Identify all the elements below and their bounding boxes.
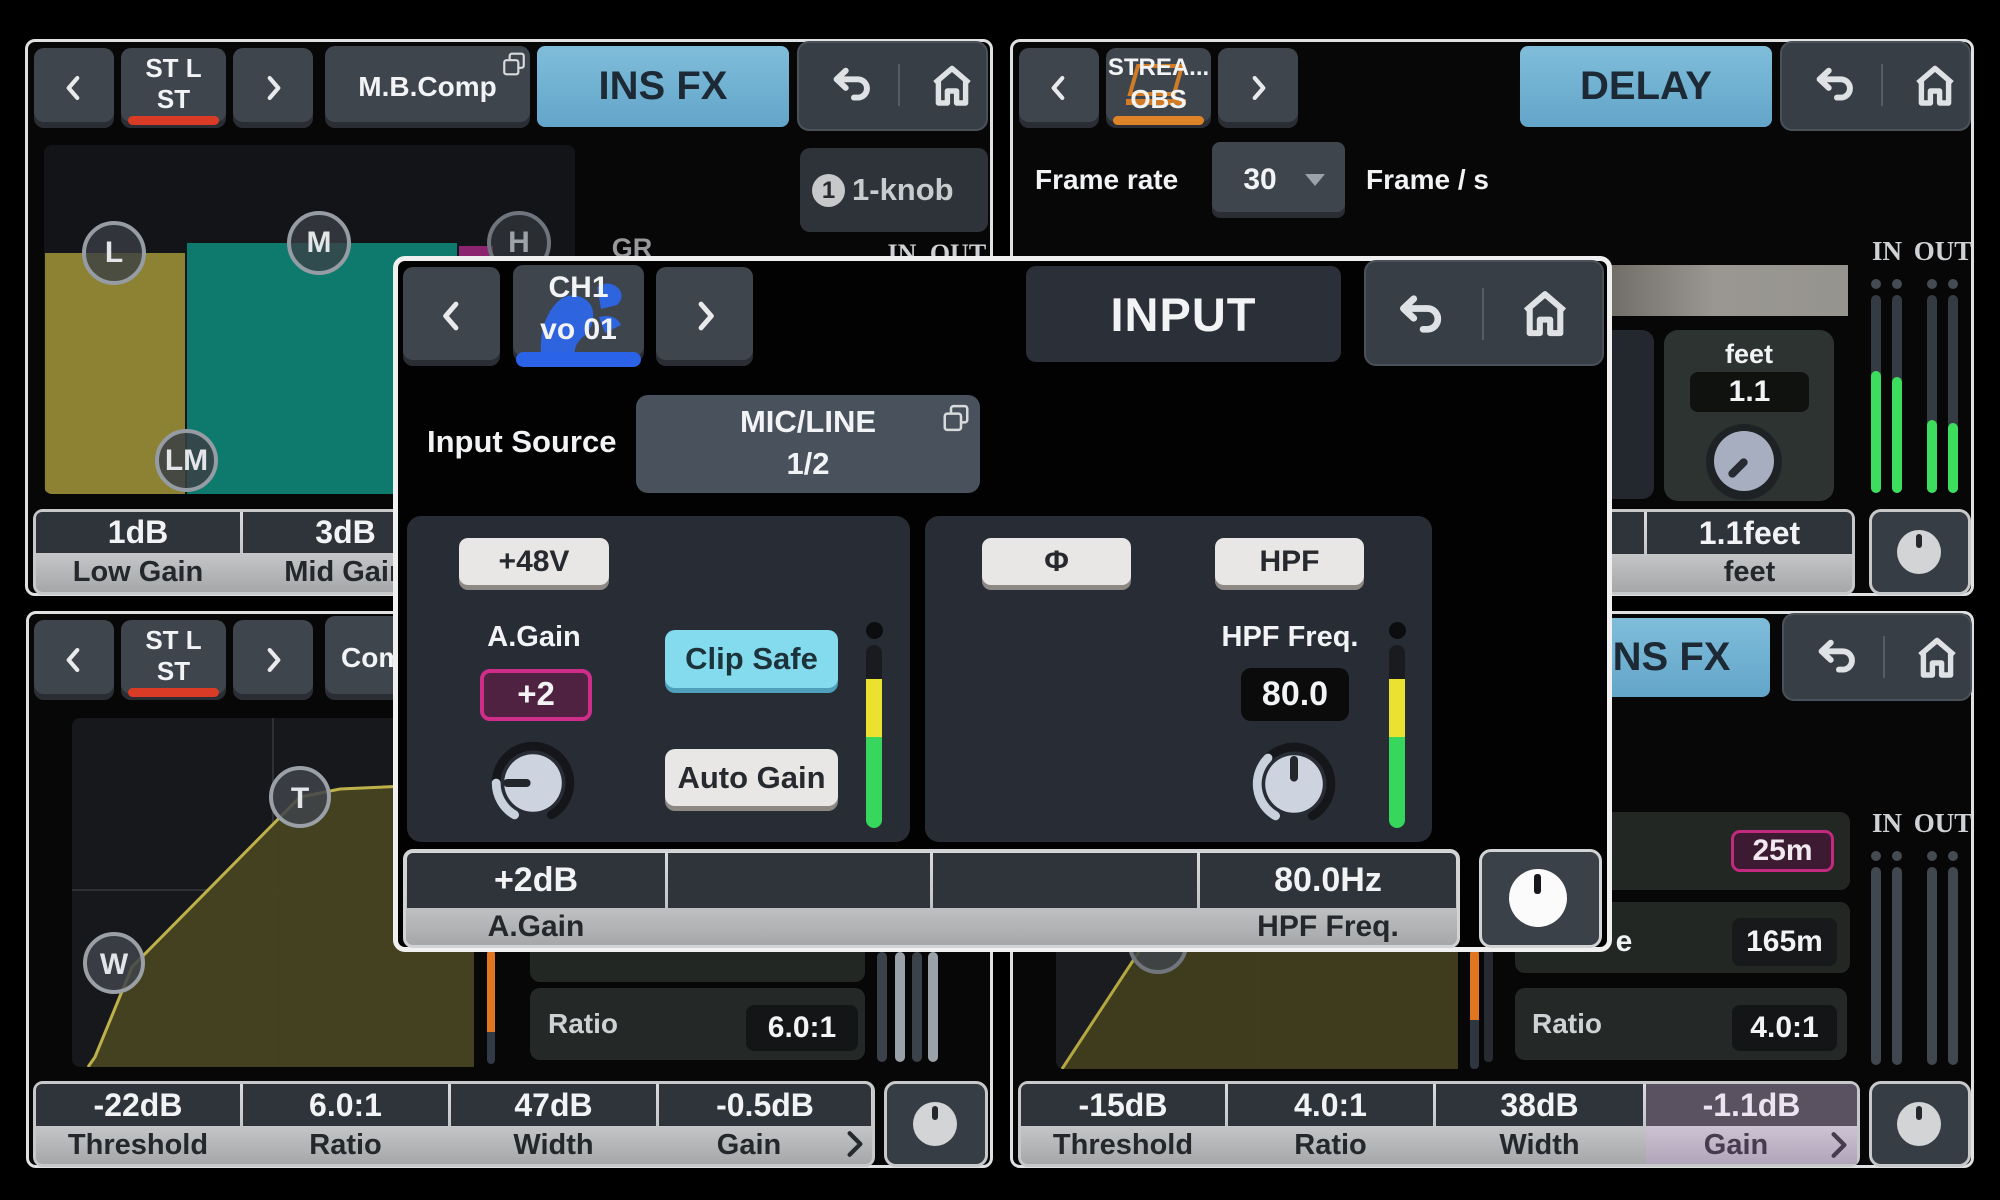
svg-text:W: W bbox=[100, 948, 129, 981]
svg-text:T: T bbox=[291, 782, 309, 815]
